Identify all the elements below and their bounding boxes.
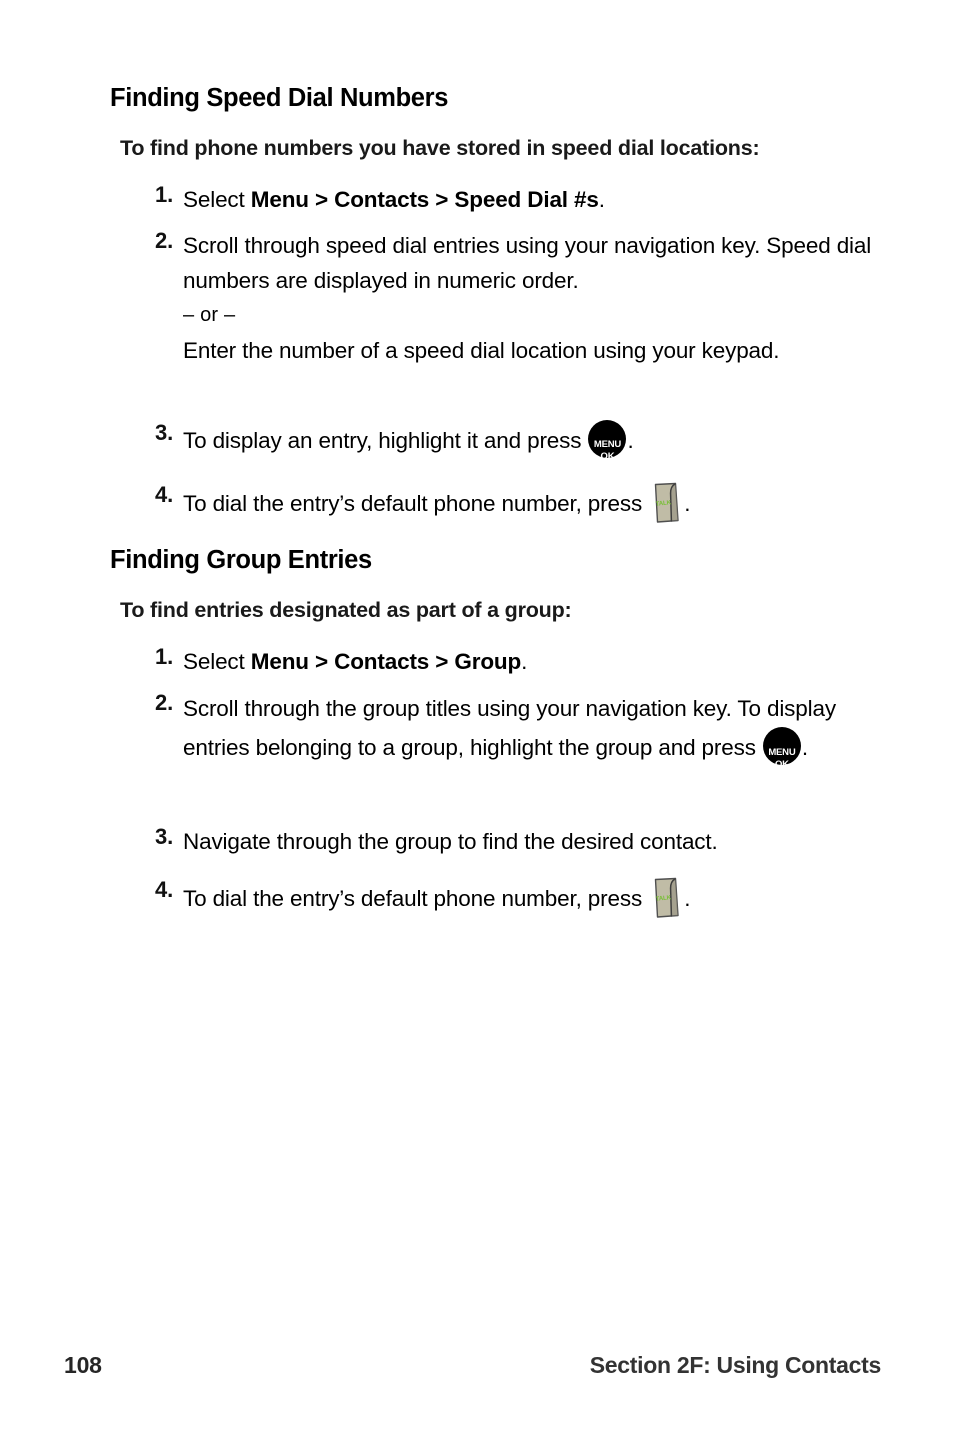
menu-ok-key-label-bottom: OK (774, 759, 789, 770)
step-text-select: Select (183, 187, 251, 212)
step-text-display-entry: To display an entry, highlight it and pr… (183, 428, 588, 453)
step-text-period: . (684, 491, 691, 516)
chevron-separator: > (429, 649, 455, 674)
list-item-text: Select Menu > Contacts > Speed Dial #s. (183, 182, 884, 217)
step-text-enter: Enter the number of a speed dial locatio… (183, 338, 780, 363)
list-item: 3. To display an entry, highlight it and… (139, 420, 884, 462)
speed-dial-term: Speed Dial #s (454, 187, 599, 212)
list-item-text: Navigate through the group to find the d… (183, 824, 884, 859)
document-page: Finding Speed Dial Numbers To find phone… (0, 0, 954, 1431)
list-item-number: 2. (155, 228, 173, 253)
list-item: 2. Scroll through the group titles using… (139, 690, 884, 770)
list-item: 1. Select Menu > Contacts > Speed Dial #… (139, 182, 884, 217)
step-text-scroll-groups: Scroll through the group titles using yo… (183, 696, 836, 760)
group-term: Group (454, 649, 522, 674)
list-item-text: Scroll through the group titles using yo… (183, 690, 863, 770)
step-text-dial-default: To dial the entry’s default phone number… (183, 886, 649, 911)
step-text-period: . (598, 187, 605, 212)
list-item-number: 4. (155, 482, 173, 507)
step-text-period: . (801, 735, 809, 760)
list-item-number: 3. (155, 824, 173, 849)
menu-ok-key-icon: MENU OK (762, 727, 801, 770)
footer-section-title: Section 2F: Using Contacts (589, 1352, 882, 1378)
menu-term: Menu (250, 649, 309, 674)
menu-term: Menu (250, 187, 309, 212)
list-item-text: Select Menu > Contacts > Group. (183, 644, 884, 679)
contacts-term: Contacts (334, 187, 430, 212)
list-item-text: To dial the entry’s default phone number… (183, 877, 884, 919)
list-item-number: 1. (155, 644, 173, 669)
list-item: 3. Navigate through the group to find th… (139, 824, 884, 859)
contacts-term: Contacts (334, 649, 430, 674)
talk-key-icon: TALK (651, 482, 681, 524)
lead-in-speed-dial: To find phone numbers you have stored in… (120, 136, 760, 160)
list-item: 4. To dial the entry’s default phone num… (139, 482, 884, 524)
list-item: 1. Select Menu > Contacts > Group. (139, 644, 884, 679)
list-item-text: Scroll through speed dial entries using … (183, 228, 884, 368)
step-text-dial-default: To dial the entry’s default phone number… (183, 491, 649, 516)
menu-ok-key-label-bottom: OK (600, 451, 615, 462)
lead-in-group-entries: To find entries designated as part of a … (120, 598, 572, 622)
chevron-separator: > (429, 187, 455, 212)
step-text-period: . (521, 649, 528, 674)
list-item-number: 2. (155, 690, 173, 715)
step-text-period: . (684, 886, 691, 911)
list-item-number: 3. (155, 420, 173, 445)
list-item-text: To display an entry, highlight it and pr… (183, 420, 884, 462)
step-text-scroll: Scroll through speed dial entries using … (183, 233, 872, 293)
menu-ok-key-icon: MENU OK (588, 420, 627, 462)
list-item: 2. Scroll through speed dial entries usi… (139, 228, 884, 368)
section-heading-group-entries: Finding Group Entries (110, 546, 372, 574)
alternative-separator: – or – (183, 304, 236, 326)
section-heading-speed-dial: Finding Speed Dial Numbers (110, 84, 449, 112)
list-item-number: 4. (155, 877, 173, 902)
step-text-period: . (627, 428, 634, 453)
chevron-separator: > (308, 187, 335, 212)
list-item: 4. To dial the entry’s default phone num… (139, 877, 884, 919)
list-item-text: To dial the entry’s default phone number… (183, 482, 884, 524)
talk-key-icon: TALK (651, 877, 681, 919)
list-item-number: 1. (155, 182, 173, 207)
page-number: 108 (64, 1352, 102, 1378)
step-text-navigate: Navigate through the group to find the d… (183, 829, 718, 854)
step-text-select: Select (183, 649, 251, 674)
chevron-separator: > (308, 649, 335, 674)
